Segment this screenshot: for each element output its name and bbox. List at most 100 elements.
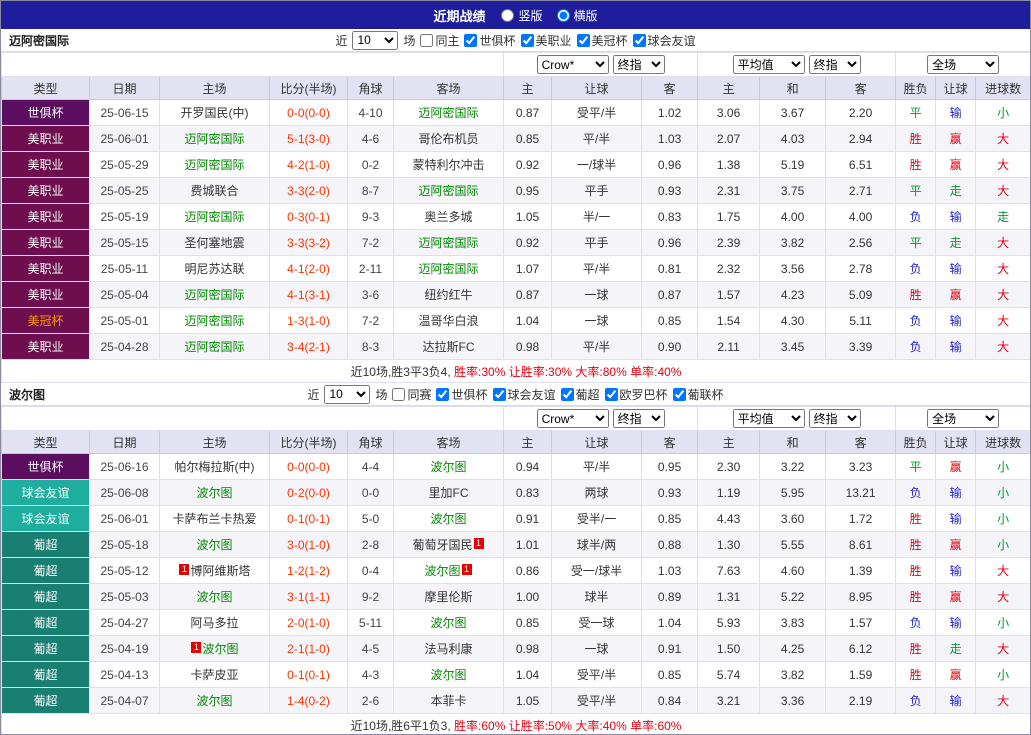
filter-checkbox[interactable]: 同赛	[392, 386, 431, 403]
team-label: 迈阿密国际	[419, 184, 479, 198]
away-team: 本菲卡	[394, 688, 504, 714]
col-header: 类型	[2, 431, 90, 454]
match-count-select[interactable]: 10	[324, 385, 370, 404]
ah-away-odds: 0.87	[642, 282, 698, 308]
team-label: 波尔图	[431, 512, 467, 526]
handicap-result-badge: 输	[936, 256, 976, 282]
near-label: 近	[307, 386, 319, 403]
team-label: 帕尔梅拉斯(中)	[175, 460, 255, 474]
checkbox-input[interactable]	[493, 388, 506, 401]
checkbox-input[interactable]	[605, 388, 618, 401]
filter-checkbox[interactable]: 欧罗巴杯	[605, 386, 668, 403]
avg-odds-select[interactable]: 平均值	[733, 409, 805, 428]
match-row: 美职业25-05-15圣何塞地震3-3(3-2)7-2迈阿密国际0.92平手0.…	[2, 230, 1031, 256]
result-badge: 胜	[896, 558, 936, 584]
checkbox-input[interactable]	[436, 388, 449, 401]
match-date: 25-05-15	[90, 230, 160, 256]
scope-select[interactable]: 全场	[927, 55, 999, 74]
eu-away-odds: 3.23	[826, 454, 896, 480]
away-team: 迈阿密国际	[394, 100, 504, 126]
eu-home-odds: 3.21	[698, 688, 760, 714]
away-team: 迈阿密国际	[394, 256, 504, 282]
avg-final-select[interactable]: 终指	[809, 409, 861, 428]
filter-checkbox[interactable]: 世俱杯	[436, 386, 487, 403]
team-label: 蒙特利尔冲击	[413, 158, 485, 172]
team-label: 迈阿密国际	[419, 262, 479, 276]
match-row: 世俱杯25-06-15开罗国民(中)0-0(0-0)4-10迈阿密国际0.87受…	[2, 100, 1031, 126]
checkbox-input[interactable]	[464, 34, 477, 47]
odds-company-select[interactable]: Crow*	[537, 409, 609, 428]
competition-badge: 葡超	[2, 558, 90, 584]
match-count-select[interactable]: 10	[352, 31, 398, 50]
corners: 4-3	[348, 662, 394, 688]
competition-badge: 美职业	[2, 282, 90, 308]
score: 0-0(0-0)	[270, 454, 348, 480]
home-team: 波尔图	[160, 532, 270, 558]
layout-option-horizontal[interactable]: 横版	[557, 7, 598, 24]
team-label: 卡萨皮亚	[190, 668, 238, 682]
filter-checkbox[interactable]: 葡超	[561, 386, 600, 403]
ah-line: 平手	[552, 230, 642, 256]
goals-result-badge: 大	[976, 282, 1031, 308]
checkbox-input[interactable]	[420, 34, 433, 47]
ah-away-odds: 0.89	[642, 584, 698, 610]
filter-checkbox[interactable]: 球会友谊	[633, 32, 696, 49]
col-header: 主	[698, 77, 760, 100]
match-date: 25-04-07	[90, 688, 160, 714]
competition-badge: 美职业	[2, 334, 90, 360]
team-label: 里加FC	[429, 486, 469, 500]
away-team: 波尔图	[394, 662, 504, 688]
odds-company-select[interactable]: Crow*	[537, 55, 609, 74]
goals-result-badge: 小	[976, 532, 1031, 558]
eu-home-odds: 1.50	[698, 636, 760, 662]
handicap-result-badge: 赢	[936, 454, 976, 480]
eu-draw-odds: 4.25	[760, 636, 826, 662]
away-team: 温哥华白浪	[394, 308, 504, 334]
results-table: Crow*终指平均值终指全场类型日期主场比分(半场)角球客场主让球客主和客胜负让…	[1, 52, 1031, 383]
team-label: 迈阿密国际	[184, 158, 244, 172]
filter-checkbox[interactable]: 美职业	[521, 32, 572, 49]
checkbox-input[interactable]	[633, 34, 646, 47]
team-label: 迈阿密国际	[184, 132, 244, 146]
away-team: 法马利康	[394, 636, 504, 662]
checkbox-input[interactable]	[561, 388, 574, 401]
filter-checkbox[interactable]: 球会友谊	[493, 386, 556, 403]
horizontal-radio-input[interactable]	[557, 9, 570, 22]
eu-home-odds: 7.63	[698, 558, 760, 584]
avg-final-select[interactable]: 终指	[809, 55, 861, 74]
filter-checkbox[interactable]: 世俱杯	[464, 32, 515, 49]
filter-checkbox[interactable]: 美冠杯	[577, 32, 628, 49]
ah-away-odds: 0.95	[642, 454, 698, 480]
team-label: 卡萨布兰卡热爱	[172, 512, 256, 526]
checkbox-input[interactable]	[521, 34, 534, 47]
filter-checkbox[interactable]: 葡联杯	[673, 386, 724, 403]
team-name: 波尔图	[9, 386, 45, 403]
competition-badge: 球会友谊	[2, 480, 90, 506]
away-team: 里加FC	[394, 480, 504, 506]
goals-result-badge: 小	[976, 610, 1031, 636]
checkbox-input[interactable]	[392, 388, 405, 401]
avg-odds-select[interactable]: 平均值	[733, 55, 805, 74]
competition-badge: 美职业	[2, 230, 90, 256]
handicap-result-badge: 赢	[936, 662, 976, 688]
ah-line: 受平/半	[552, 662, 642, 688]
result-badge: 平	[896, 100, 936, 126]
near-label: 近	[335, 32, 347, 49]
filter-checkbox[interactable]: 同主	[420, 32, 459, 49]
ah-line: 平/半	[552, 334, 642, 360]
checkbox-input[interactable]	[673, 388, 686, 401]
checkbox-input[interactable]	[577, 34, 590, 47]
vertical-radio-input[interactable]	[501, 9, 514, 22]
match-date: 25-05-11	[90, 256, 160, 282]
checkbox-label: 球会友谊	[648, 32, 696, 49]
odds-final-select[interactable]: 终指	[613, 55, 665, 74]
goals-result-badge: 大	[976, 230, 1031, 256]
ah-away-odds: 0.85	[642, 662, 698, 688]
col-header: 角球	[348, 77, 394, 100]
team-label: 波尔图	[425, 564, 461, 578]
eu-away-odds: 2.19	[826, 688, 896, 714]
col-header: 主	[504, 77, 552, 100]
layout-option-vertical[interactable]: 竖版	[501, 7, 542, 24]
odds-final-select[interactable]: 终指	[613, 409, 665, 428]
scope-select[interactable]: 全场	[927, 409, 999, 428]
